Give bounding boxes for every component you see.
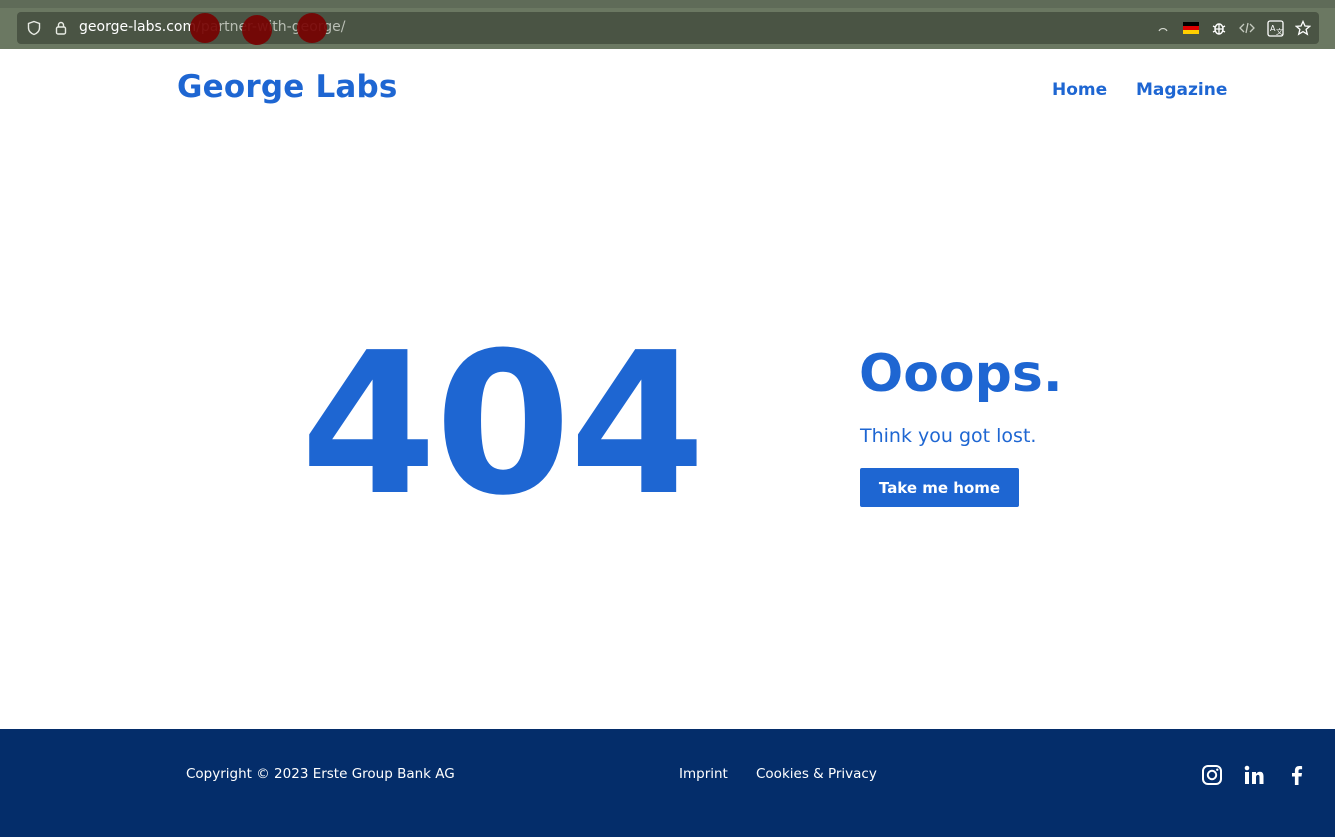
toolbar-icons: A文	[1153, 17, 1313, 39]
error-subtext: Think you got lost.	[860, 425, 1037, 447]
url-host: george-labs.com	[79, 19, 197, 35]
tab-strip-edge	[0, 0, 1335, 8]
site-footer: Copyright © 2023 Erste Group Bank AG Imp…	[0, 729, 1335, 837]
svg-text:文: 文	[1276, 27, 1283, 36]
copyright-text: Copyright © 2023 Erste Group Bank AG	[186, 766, 455, 782]
address-bar[interactable]: george-labs.com/partner-with-george/ A文	[17, 12, 1319, 45]
click-marker-dot	[297, 13, 327, 43]
facebook-icon[interactable]	[1286, 764, 1308, 786]
instagram-icon[interactable]	[1201, 764, 1223, 786]
bookmark-star-icon[interactable]	[1293, 18, 1313, 38]
error-headline: Ooops.	[859, 344, 1063, 404]
browser-toolbar: george-labs.com/partner-with-george/ A文	[0, 0, 1335, 49]
click-marker-dot	[242, 15, 272, 45]
shield-icon[interactable]	[26, 20, 42, 36]
footer-link-imprint[interactable]: Imprint	[679, 766, 728, 782]
translate-icon[interactable]: A文	[1265, 18, 1285, 38]
bug-icon[interactable]	[1209, 18, 1229, 38]
lock-icon[interactable]	[53, 20, 69, 36]
nav-link-magazine[interactable]: Magazine	[1136, 80, 1227, 100]
click-marker-dot	[190, 13, 220, 43]
gauge-icon[interactable]	[1153, 18, 1173, 38]
site-logo[interactable]: George Labs	[177, 69, 398, 105]
take-me-home-button[interactable]: Take me home	[860, 468, 1019, 507]
code-icon[interactable]	[1237, 18, 1257, 38]
nav-link-home[interactable]: Home	[1052, 80, 1107, 100]
linkedin-icon[interactable]	[1243, 764, 1265, 786]
footer-link-cookies-privacy[interactable]: Cookies & Privacy	[756, 766, 877, 782]
german-flag-icon[interactable]	[1181, 18, 1201, 38]
error-code: 404	[300, 311, 705, 539]
